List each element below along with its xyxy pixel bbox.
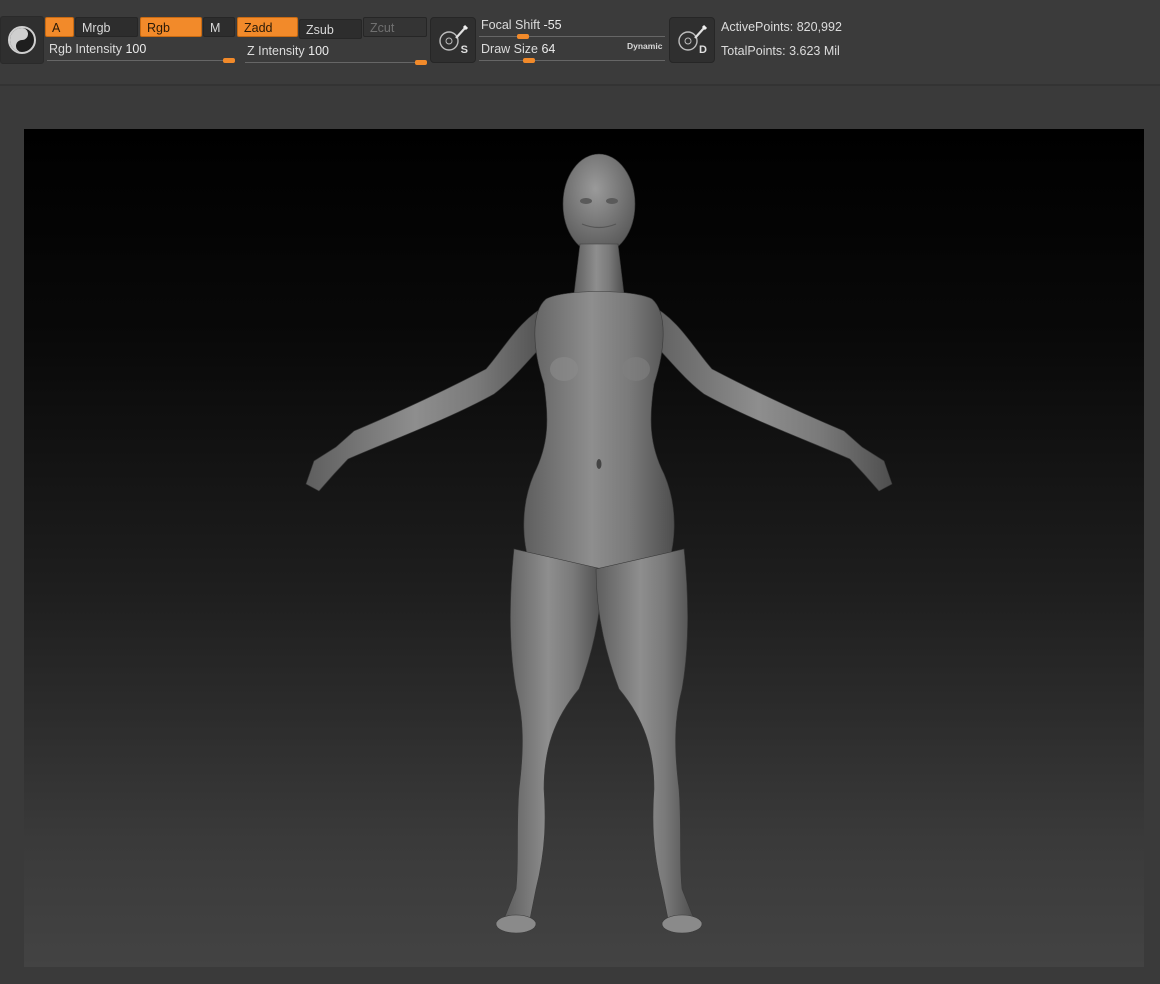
rgb-intensity-name: Rgb Intensity <box>49 42 122 56</box>
m-button[interactable]: M <box>203 17 235 37</box>
total-points-readout: TotalPoints: 3.623 Mil <box>721 44 840 58</box>
draw-size-value: 64 <box>541 42 556 56</box>
brush-d-button[interactable]: D <box>669 17 715 63</box>
draw-size-name: Draw Size <box>481 42 538 56</box>
focal-shift-track <box>479 36 665 37</box>
viewport-canvas[interactable] <box>24 129 1144 967</box>
z-intensity-slider[interactable]: Z Intensity 100 <box>245 43 427 65</box>
focal-shift-name: Focal Shift <box>481 18 541 32</box>
rgb-button[interactable]: Rgb <box>140 17 202 37</box>
dynamic-toggle[interactable]: Dynamic <box>627 41 662 51</box>
focal-shift-label: Focal Shift -55 <box>481 18 562 32</box>
zsub-button[interactable]: Zsub <box>299 19 362 39</box>
z-intensity-value: 100 <box>308 44 330 58</box>
draw-size-track <box>479 60 665 61</box>
z-intensity-label: Z Intensity 100 <box>247 44 329 58</box>
focal-shift-knob[interactable] <box>517 34 529 39</box>
draw-size-knob[interactable] <box>523 58 535 63</box>
active-points-readout: ActivePoints: 820,992 <box>721 20 842 34</box>
zcut-button[interactable]: Zcut <box>363 17 427 37</box>
app-logo-icon <box>8 26 36 54</box>
z-intensity-knob[interactable] <box>415 60 427 65</box>
brush-s-button[interactable]: S <box>430 17 476 63</box>
z-intensity-track <box>245 62 427 63</box>
z-intensity-name: Z Intensity <box>247 44 305 58</box>
a-button[interactable]: A <box>45 17 74 37</box>
draw-size-label: Draw Size 64 <box>481 42 555 56</box>
rgb-intensity-knob[interactable] <box>223 58 235 63</box>
top-toolbar: A Mrgb Rgb M Rgb Intensity 100 Zadd Zsub… <box>0 0 1160 85</box>
rgb-intensity-label: Rgb Intensity 100 <box>49 42 146 56</box>
rgb-intensity-slider[interactable]: Rgb Intensity 100 <box>47 41 235 63</box>
brush-s-letter: S <box>460 44 468 56</box>
sculpt-model-figure <box>305 153 893 934</box>
mrgb-button[interactable]: Mrgb <box>75 17 138 37</box>
focal-shift-value: -55 <box>543 18 562 32</box>
lightbox-logo-button[interactable] <box>0 16 44 64</box>
rgb-intensity-value: 100 <box>125 42 147 56</box>
rgb-intensity-track <box>47 60 235 61</box>
zadd-button[interactable]: Zadd <box>237 17 298 37</box>
brush-d-letter: D <box>699 44 707 56</box>
draw-brush-icon <box>678 24 708 51</box>
sculpt-brush-icon <box>439 24 469 51</box>
toolbar-divider <box>0 84 1160 86</box>
focal-shift-slider[interactable]: Focal Shift -55 <box>479 17 665 39</box>
